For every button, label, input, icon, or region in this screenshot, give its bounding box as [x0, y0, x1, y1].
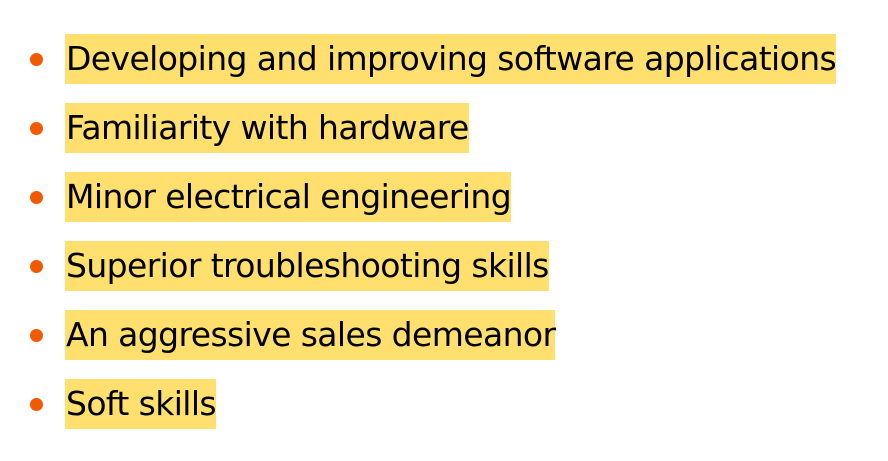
list-item-text: Superior troubleshooting skills	[65, 241, 549, 291]
bullet-icon	[30, 53, 43, 66]
list-item-text: Developing and improving software applic…	[65, 34, 837, 84]
bullet-icon	[30, 191, 43, 204]
list-item-text: Familiarity with hardware	[65, 103, 469, 153]
list-item-text: Soft skills	[65, 379, 217, 429]
bullet-icon	[30, 329, 43, 342]
bullet-icon	[30, 398, 43, 411]
list-item-text: An aggressive sales demeanor	[65, 310, 556, 360]
bullet-icon	[30, 122, 43, 135]
list-item-text: Minor electrical engineering	[65, 172, 512, 222]
bullet-icon	[30, 260, 43, 273]
